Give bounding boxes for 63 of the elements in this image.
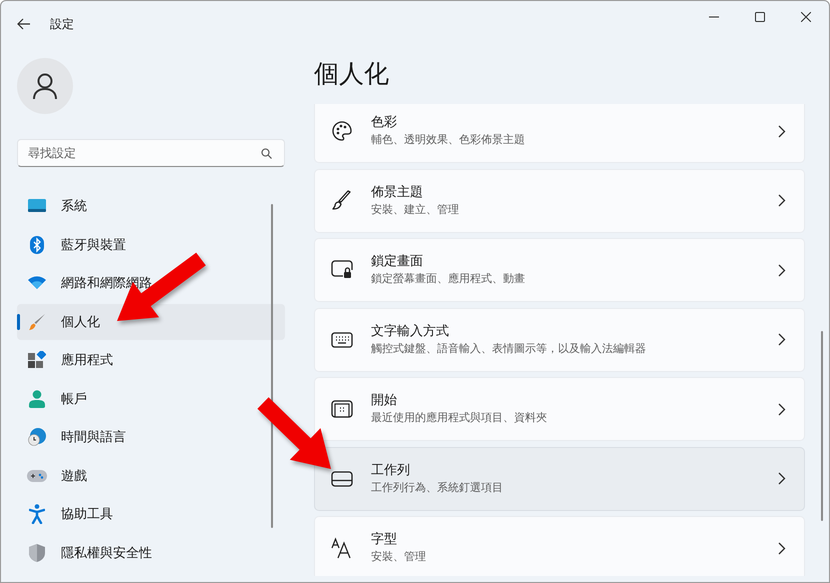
page-title: 個人化 [314, 58, 390, 90]
accessibility-icon [29, 504, 45, 524]
bluetooth-icon [30, 236, 44, 254]
paintbrush-icon [28, 312, 46, 330]
back-icon[interactable] [17, 18, 31, 30]
nav-item[interactable]: 個人化 [17, 304, 285, 340]
card-description: 安裝、管理 [371, 549, 427, 565]
chevron-right-icon [778, 472, 786, 485]
nav-item[interactable]: 遊戲 [17, 458, 285, 494]
keyboard-icon [331, 332, 353, 348]
card-description: 安裝、建立、管理 [371, 202, 460, 218]
nav-item[interactable]: 帳戶 [17, 380, 285, 416]
lock-screen-icon [331, 260, 353, 280]
settings-card[interactable]: 工作列 工作列行為、系統釘選項目 [314, 446, 805, 510]
card-description: 輔色、透明效果、色彩佈景主題 [371, 132, 526, 148]
card-description: 最近使用的應用程式與項目、資料夾 [371, 410, 548, 426]
chevron-right-icon [778, 333, 786, 346]
card-title: 字型 [371, 531, 398, 549]
chevron-right-icon [778, 124, 786, 138]
settings-card[interactable]: 文字輸入方式 觸控式鍵盤、語音輸入、表情圖示等，以及輸入法編輯器 [314, 308, 805, 372]
card-description: 鎖定螢幕畫面、應用程式、動畫 [371, 271, 526, 287]
nav-item[interactable]: 藍牙與裝置 [17, 226, 285, 262]
card-title: 色彩 [371, 114, 398, 132]
nav-item[interactable]: 隱私權與安全性 [17, 534, 285, 570]
scrollbar[interactable] [821, 331, 823, 521]
search-field[interactable]: 尋找設定 [17, 139, 285, 167]
close-icon [801, 12, 811, 22]
card-title: 開始 [371, 392, 398, 410]
shield-icon [29, 544, 45, 562]
nav-item[interactable]: 時間與語言 [17, 419, 285, 455]
card-title: 佈景主題 [371, 184, 424, 202]
gamepad-icon [27, 468, 47, 482]
settings-card[interactable]: 開始 最近使用的應用程式與項目、資料夾 [314, 377, 805, 441]
wifi-icon [28, 276, 46, 290]
start-menu-icon [331, 400, 353, 418]
card-description: 觸控式鍵盤、語音輸入、表情圖示等，以及輸入法編輯器 [371, 340, 647, 356]
taskbar-icon [331, 470, 353, 486]
person-icon [29, 390, 45, 408]
settings-card[interactable]: 佈景主題 安裝、建立、管理 [314, 168, 805, 232]
chevron-right-icon [778, 402, 786, 416]
scrollbar[interactable] [271, 204, 273, 528]
card-title: 工作列 [371, 462, 411, 480]
globe-clock-icon [28, 428, 46, 446]
card-title: 文字輸入方式 [371, 322, 450, 340]
nav-item[interactable]: 應用程式 [17, 342, 285, 378]
apps-icon [28, 351, 46, 369]
monitor-icon [28, 199, 46, 213]
nav-item[interactable]: 協助工具 [17, 496, 285, 532]
settings-card[interactable]: 字型 安裝、管理 [314, 516, 805, 576]
card-description: 工作列行為、系統釘選項目 [371, 480, 504, 496]
paintbrush-icon [331, 190, 353, 212]
card-title: 鎖定畫面 [371, 253, 424, 271]
nav-item[interactable]: 系統 [17, 188, 285, 224]
palette-icon [331, 120, 353, 142]
settings-card[interactable]: 鎖定畫面 鎖定螢幕畫面、應用程式、動畫 [314, 238, 805, 302]
search-icon [261, 148, 272, 159]
chevron-right-icon [778, 264, 786, 276]
font-icon [331, 537, 353, 559]
settings-card[interactable]: 色彩 輔色、透明效果、色彩佈景主題 [314, 104, 805, 163]
window-title: 設定 [50, 16, 74, 32]
maximize-icon [755, 12, 765, 22]
chevron-right-icon [778, 194, 786, 207]
chevron-right-icon [778, 542, 786, 554]
